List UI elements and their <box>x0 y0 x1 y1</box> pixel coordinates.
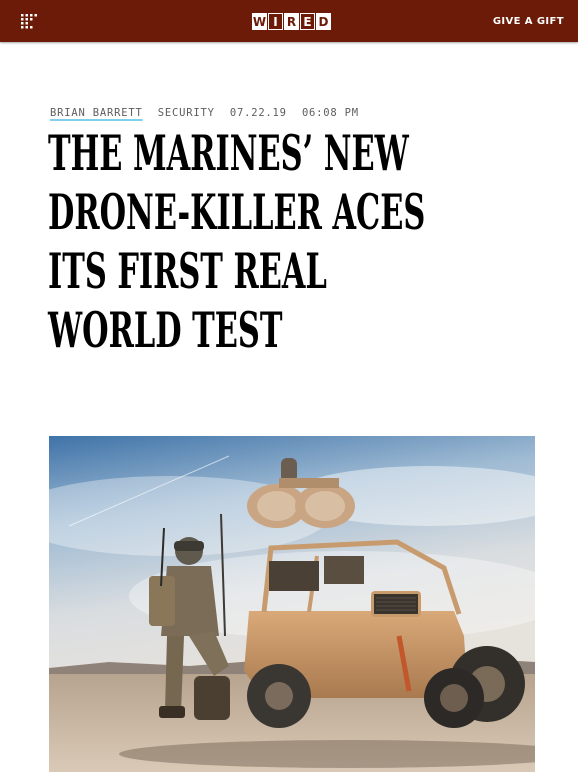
publish-date: 07.22.19 <box>229 107 287 119</box>
article-byline: BRIAN BARRETT SECURITY 07.22.19 06:08 PM <box>50 107 367 119</box>
author-link[interactable]: BRIAN BARRETT <box>50 107 143 119</box>
headline-line: DRONE-KILLER ACES <box>48 183 426 241</box>
logo-letter: I <box>268 13 283 30</box>
give-a-gift-link[interactable]: GIVE A GIFT <box>493 16 564 27</box>
marine-with-drone-defense-vehicle-photo <box>49 436 535 772</box>
logo-letter: E <box>300 13 315 30</box>
hero-image <box>49 436 535 772</box>
headline-line: WORLD TEST <box>48 301 283 359</box>
section-link[interactable]: SECURITY <box>158 107 215 119</box>
logo-letter: R <box>284 13 299 30</box>
grid-menu-icon[interactable] <box>21 14 38 29</box>
headline-line: ITS FIRST REAL <box>48 242 327 300</box>
article-headline: THE MARINES’ NEW DRONE-KILLER ACES ITS F… <box>48 124 548 360</box>
top-navigation-bar: W I R E D GIVE A GIFT <box>0 0 578 42</box>
headline-line: THE MARINES’ NEW <box>48 124 409 182</box>
publish-time: 06:08 PM <box>301 107 359 119</box>
logo-letter: W <box>252 13 267 30</box>
wired-logo[interactable]: W I R E D <box>252 13 331 30</box>
logo-letter: D <box>316 13 331 30</box>
